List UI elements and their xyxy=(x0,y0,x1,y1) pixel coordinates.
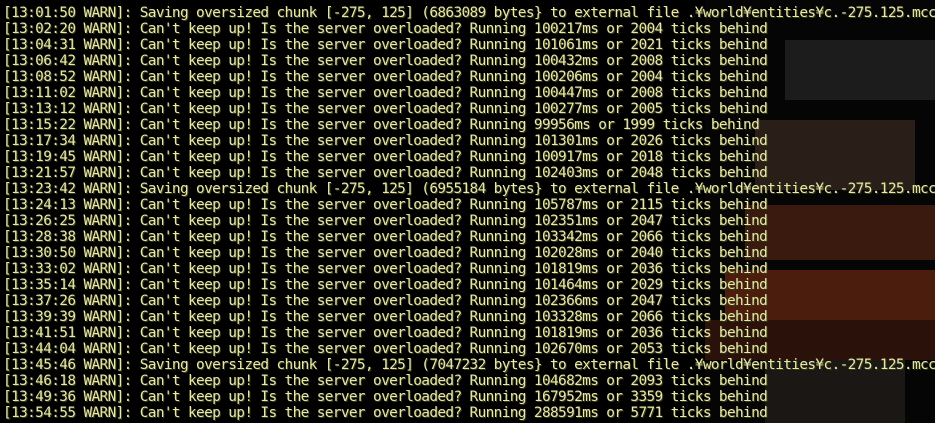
log-line: [13:45:46 WARN]: Saving oversized chunk … xyxy=(3,357,935,373)
log-line: [13:33:02 WARN]: Can't keep up! Is the s… xyxy=(3,261,768,277)
log-line: [13:24:13 WARN]: Can't keep up! Is the s… xyxy=(3,197,768,213)
log-line: [13:46:18 WARN]: Can't keep up! Is the s… xyxy=(3,373,768,389)
log-line: [13:44:04 WARN]: Can't keep up! Is the s… xyxy=(3,341,768,357)
log-line: [13:01:50 WARN]: Saving oversized chunk … xyxy=(3,5,935,21)
log-line: [13:28:38 WARN]: Can't keep up! Is the s… xyxy=(3,229,768,245)
log-line: [13:08:52 WARN]: Can't keep up! Is the s… xyxy=(3,69,768,85)
log-line: [13:35:14 WARN]: Can't keep up! Is the s… xyxy=(3,277,768,293)
log-line: [13:39:39 WARN]: Can't keep up! Is the s… xyxy=(3,309,768,325)
log-line: [13:02:20 WARN]: Can't keep up! Is the s… xyxy=(3,21,768,37)
log-line: [13:15:22 WARN]: Can't keep up! Is the s… xyxy=(3,117,760,133)
log-line: [13:19:45 WARN]: Can't keep up! Is the s… xyxy=(3,149,768,165)
log-line: [13:11:02 WARN]: Can't keep up! Is the s… xyxy=(3,85,768,101)
log-line: [13:04:31 WARN]: Can't keep up! Is the s… xyxy=(3,37,768,53)
log-line: [13:21:57 WARN]: Can't keep up! Is the s… xyxy=(3,165,768,181)
log-line: [13:23:42 WARN]: Saving oversized chunk … xyxy=(3,181,935,197)
log-line: [13:49:36 WARN]: Can't keep up! Is the s… xyxy=(3,389,768,405)
console-log: [13:01:50 WARN]: Saving oversized chunk … xyxy=(3,5,935,421)
server-console: [13:01:50 WARN]: Saving oversized chunk … xyxy=(0,0,935,423)
log-line: [13:41:51 WARN]: Can't keep up! Is the s… xyxy=(3,325,768,341)
log-line: [13:26:25 WARN]: Can't keep up! Is the s… xyxy=(3,213,768,229)
log-line: [13:06:42 WARN]: Can't keep up! Is the s… xyxy=(3,53,768,69)
log-line: [13:13:12 WARN]: Can't keep up! Is the s… xyxy=(3,101,768,117)
log-line: [13:54:55 WARN]: Can't keep up! Is the s… xyxy=(3,405,768,421)
log-line: [13:37:26 WARN]: Can't keep up! Is the s… xyxy=(3,293,768,309)
log-line: [13:30:50 WARN]: Can't keep up! Is the s… xyxy=(3,245,768,261)
log-line: [13:17:34 WARN]: Can't keep up! Is the s… xyxy=(3,133,768,149)
